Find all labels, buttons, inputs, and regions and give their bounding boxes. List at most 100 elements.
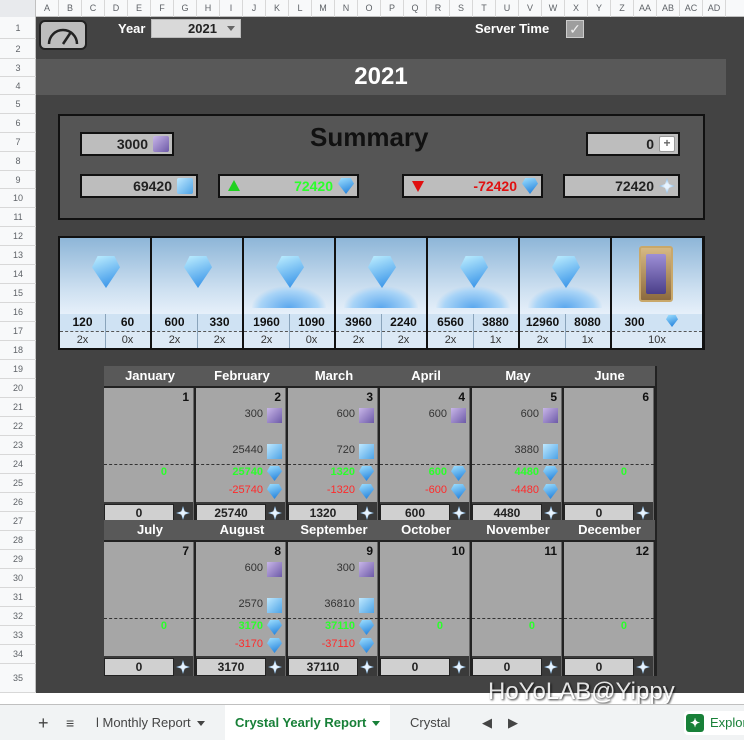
row-header[interactable]: 21 [0, 398, 36, 417]
crystal-pack[interactable]: 300 10x [612, 238, 702, 348]
row-header[interactable]: 4 [0, 77, 36, 95]
column-header[interactable]: P [381, 0, 404, 17]
crystal-pack[interactable]: 6560 3880 2x 1x [428, 238, 518, 348]
server-time-checkbox[interactable]: ✓ [566, 20, 584, 38]
row-header[interactable]: 35 [0, 664, 36, 693]
row-header[interactable]: 25 [0, 474, 36, 493]
column-header[interactable]: AB [657, 0, 680, 17]
row-header[interactable]: 1 [0, 17, 36, 39]
month-cell[interactable]: 60 [564, 388, 654, 502]
column-header[interactable]: V [519, 0, 542, 17]
row-header[interactable]: 9 [0, 171, 36, 189]
all-sheets-button[interactable]: ≡ [66, 715, 74, 731]
row-header[interactable]: 30 [0, 569, 36, 588]
column-header[interactable]: J [243, 0, 266, 17]
column-header[interactable]: Q [404, 0, 427, 17]
column-header[interactable]: T [473, 0, 496, 17]
row-header[interactable]: 12 [0, 227, 36, 246]
row-header[interactable]: 23 [0, 436, 36, 455]
tab-crystal-yearly-report[interactable]: Crystal Yearly Report [225, 705, 391, 740]
row-header[interactable]: 28 [0, 531, 36, 550]
row-header[interactable]: 22 [0, 417, 36, 436]
column-header[interactable]: N [335, 0, 358, 17]
row-header[interactable]: 16 [0, 303, 36, 322]
summary-fates-cell[interactable]: 3000 [80, 132, 174, 156]
summary-gained-cell[interactable]: 72420 [218, 174, 359, 198]
row-header[interactable]: 20 [0, 379, 36, 398]
column-header[interactable]: E [128, 0, 151, 17]
month-cell[interactable]: 4 600 600 -600 [380, 388, 470, 502]
row-header[interactable]: 6 [0, 114, 36, 133]
crystal-pack[interactable]: 12960 8080 2x 1x [520, 238, 610, 348]
row-header[interactable]: 15 [0, 284, 36, 303]
month-cell[interactable]: 8 600 2570 3170 -3170 [196, 542, 286, 656]
summary-crystals-cell[interactable]: 69420 [80, 174, 198, 198]
row-header[interactable]: 7 [0, 133, 36, 152]
row-header[interactable]: 14 [0, 265, 36, 284]
month-cell[interactable]: 10 0 [380, 542, 470, 656]
month-total-cell[interactable]: 3170 [196, 656, 286, 676]
row-header[interactable]: 31 [0, 588, 36, 607]
crystal-pack[interactable]: 600 330 2x 2x [152, 238, 242, 348]
crystal-pack[interactable]: 1960 1090 2x 0x [244, 238, 334, 348]
column-header[interactable]: AC [680, 0, 703, 17]
scroll-tabs-left-button[interactable]: ◀ [482, 715, 492, 731]
column-header[interactable]: Z [611, 0, 634, 17]
column-header[interactable]: A [36, 0, 59, 17]
summary-total-cell[interactable]: 72420 [563, 174, 680, 198]
row-header[interactable]: 17 [0, 322, 36, 341]
explore-button[interactable]: ✦ Explore [684, 711, 744, 735]
column-header[interactable]: AA [634, 0, 657, 17]
crystal-pack[interactable]: 120 60 2x 0x [60, 238, 150, 348]
row-header[interactable]: 27 [0, 512, 36, 531]
row-header[interactable]: 18 [0, 341, 36, 360]
tab-monthly-report[interactable]: l Monthly Report [86, 705, 215, 740]
column-header[interactable]: Y [588, 0, 611, 17]
row-header[interactable]: 10 [0, 189, 36, 208]
month-total-cell[interactable]: 0 [564, 656, 654, 676]
row-header[interactable]: 8 [0, 152, 36, 171]
add-sheet-button[interactable]: + [38, 713, 49, 734]
row-header[interactable]: 34 [0, 645, 36, 664]
month-total-cell[interactable]: 0 [472, 656, 562, 676]
month-cell[interactable]: 9 300 36810 37110 -37110 [288, 542, 378, 656]
column-header[interactable]: M [312, 0, 335, 17]
column-header[interactable]: I [220, 0, 243, 17]
column-header[interactable]: O [358, 0, 381, 17]
month-cell[interactable]: 2 300 25440 25740 -25740 [196, 388, 286, 502]
month-total-cell[interactable]: 4480 [472, 502, 562, 522]
summary-extra-cell[interactable]: 0 + [586, 132, 680, 156]
column-header[interactable]: F [151, 0, 174, 17]
column-header[interactable]: U [496, 0, 519, 17]
row-header[interactable]: 29 [0, 550, 36, 569]
month-total-cell[interactable]: 600 [380, 502, 470, 522]
month-cell[interactable]: 70 [104, 542, 194, 656]
month-total-cell[interactable]: 0 [564, 502, 654, 522]
month-total-cell[interactable]: 0 [380, 656, 470, 676]
row-header[interactable]: 26 [0, 493, 36, 512]
column-header[interactable]: S [450, 0, 473, 17]
month-cell[interactable]: 3 600 720 1320 -1320 [288, 388, 378, 502]
month-total-cell[interactable]: 0 [104, 502, 194, 522]
year-dropdown[interactable]: 2021 [151, 19, 241, 38]
column-header[interactable]: W [542, 0, 565, 17]
column-header[interactable]: AD [703, 0, 726, 17]
column-header[interactable]: X [565, 0, 588, 17]
column-header[interactable]: G [174, 0, 197, 17]
month-total-cell[interactable]: 0 [104, 656, 194, 676]
speedometer-icon[interactable] [39, 20, 87, 50]
month-cell[interactable]: 5 600 3880 4480 -4480 [472, 388, 562, 502]
column-header[interactable]: R [427, 0, 450, 17]
select-all-corner[interactable] [0, 0, 36, 17]
month-total-cell[interactable]: 1320 [288, 502, 378, 522]
column-header[interactable]: H [197, 0, 220, 17]
month-total-cell[interactable]: 25740 [196, 502, 286, 522]
row-header[interactable]: 5 [0, 95, 36, 114]
row-header[interactable]: 32 [0, 607, 36, 626]
column-header[interactable]: B [59, 0, 82, 17]
month-total-cell[interactable]: 37110 [288, 656, 378, 676]
crystal-pack[interactable]: 3960 2240 2x 2x [336, 238, 426, 348]
month-cell[interactable]: 12 0 [564, 542, 654, 656]
row-header[interactable]: 3 [0, 59, 36, 77]
tab-crystal-log[interactable]: Crystal Lo [400, 705, 472, 740]
